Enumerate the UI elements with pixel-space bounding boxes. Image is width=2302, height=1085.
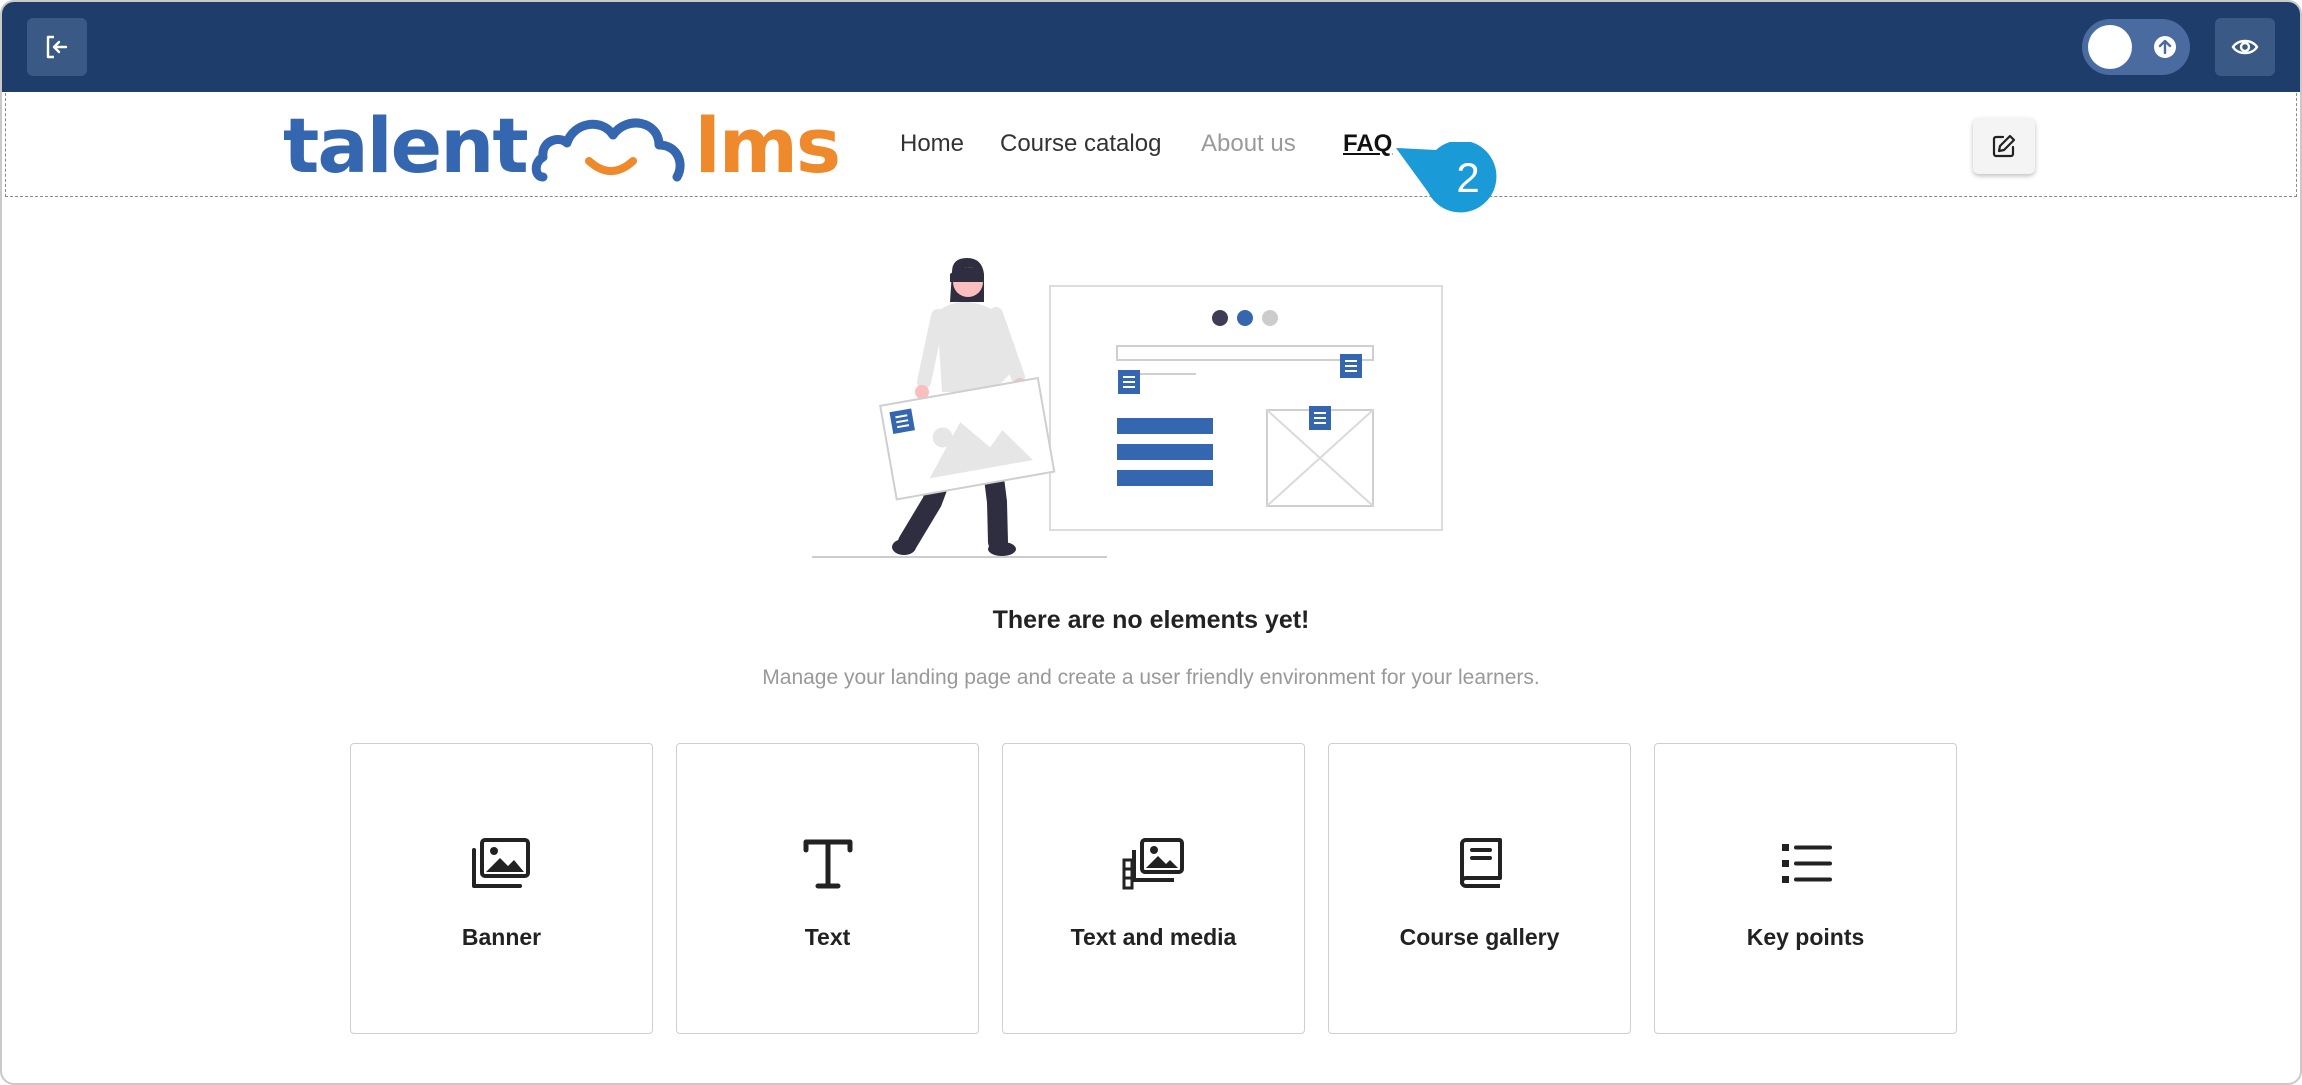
app-frame: talent lms Home Course catalog About us … bbox=[0, 0, 2302, 1085]
empty-state-title: There are no elements yet! bbox=[992, 606, 1310, 634]
text-icon bbox=[803, 839, 852, 889]
nav-faq[interactable]: FAQ bbox=[1343, 130, 1392, 158]
book-icon bbox=[1459, 838, 1502, 888]
card-label: Banner bbox=[461, 924, 542, 950]
preview-button[interactable] bbox=[2215, 18, 2275, 76]
empty-state-illustration bbox=[812, 258, 1443, 558]
card-label: Text and media bbox=[1070, 924, 1237, 950]
card-course-gallery[interactable]: Course gallery bbox=[1328, 743, 1631, 1034]
admin-toolbar bbox=[2, 2, 2300, 92]
nav-about-us[interactable]: About us bbox=[1201, 130, 1296, 158]
images-icon bbox=[471, 838, 530, 888]
step-callout-number: 2 bbox=[1456, 154, 1480, 201]
edit-header-button[interactable] bbox=[1973, 118, 2035, 174]
toggle-knob bbox=[2088, 25, 2132, 69]
exit-icon bbox=[46, 35, 68, 59]
card-label: Course gallery bbox=[1399, 924, 1560, 950]
publish-toggle[interactable] bbox=[2082, 19, 2190, 75]
talentlms-logo[interactable]: talent lms bbox=[283, 100, 841, 190]
card-label: Key points bbox=[1746, 924, 1865, 950]
card-text[interactable]: Text bbox=[676, 743, 979, 1034]
card-text-and-media[interactable]: Text and media bbox=[1002, 743, 1305, 1034]
eye-icon bbox=[2231, 39, 2259, 55]
text-media-icon bbox=[1122, 838, 1184, 890]
logo-text-talent: talent bbox=[283, 100, 529, 190]
list-icon bbox=[1781, 844, 1832, 883]
logo-text-lms: lms bbox=[694, 100, 841, 190]
upload-circle-icon bbox=[2154, 36, 2176, 58]
card-key-points[interactable]: Key points bbox=[1654, 743, 1957, 1034]
empty-state-subtitle: Manage your landing page and create a us… bbox=[762, 666, 1540, 689]
cloud-smile-icon bbox=[531, 118, 685, 182]
nav-course-catalog[interactable]: Course catalog bbox=[1000, 130, 1161, 158]
exit-button[interactable] bbox=[27, 18, 87, 76]
card-banner[interactable]: Banner bbox=[350, 743, 653, 1034]
edit-icon bbox=[1992, 134, 2016, 158]
card-label: Text bbox=[804, 924, 851, 950]
nav-home[interactable]: Home bbox=[900, 130, 964, 158]
